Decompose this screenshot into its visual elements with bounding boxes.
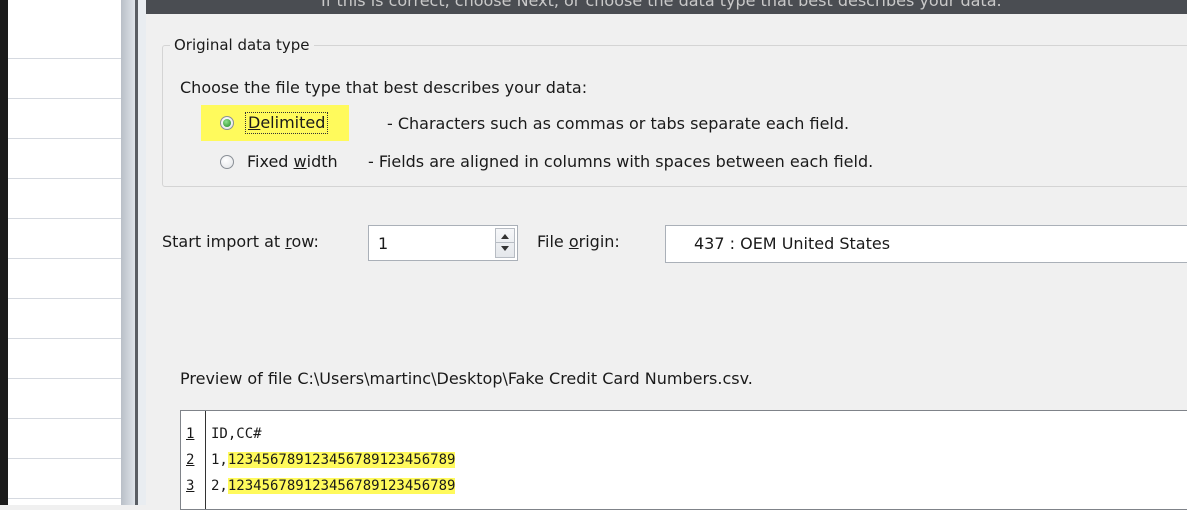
preview-row-number: 3 xyxy=(186,478,195,494)
preview-label: Preview of file C:\Users\martinc\Desktop… xyxy=(180,369,753,388)
file-origin-value: 437 : OEM United States xyxy=(694,234,891,253)
spin-up-arrow-icon[interactable] xyxy=(501,234,509,239)
delimited-label-key: D xyxy=(248,113,261,132)
spin-down-arrow-icon[interactable] xyxy=(501,246,509,251)
preview-row-text: 1,123456789123456789123456789 xyxy=(211,449,456,471)
fixed-width-radio[interactable] xyxy=(220,155,234,169)
start-row-value[interactable]: 1 xyxy=(378,234,388,253)
start-label-post: ow: xyxy=(291,232,319,251)
fixed-label-post: idth xyxy=(306,152,338,171)
dialog-frame-inner xyxy=(138,0,146,505)
preview-row-text: ID,CC# xyxy=(211,423,262,445)
preview-row-highlight: 123456789123456789123456789 xyxy=(227,452,456,468)
spreadsheet-background xyxy=(8,0,121,505)
preview-row-number: 2 xyxy=(186,452,195,468)
start-row-spin-buttons[interactable] xyxy=(495,228,515,258)
file-preview[interactable]: 1 ID,CC# 2 1,123456789123456789123456789… xyxy=(180,410,1187,510)
start-label-pre: Start import at xyxy=(162,232,286,251)
file-origin-label: File origin: xyxy=(537,232,620,251)
preview-row-number: 1 xyxy=(186,426,195,442)
wizard-instruction-text: If this is correct, choose Next, or choo… xyxy=(321,0,1002,10)
fixed-width-label[interactable]: Fixed width xyxy=(247,152,338,171)
delimited-radio[interactable] xyxy=(220,116,234,130)
delimited-label-post: elimited xyxy=(260,113,326,132)
fixed-label-key: w xyxy=(293,152,307,171)
origin-label-post: rigin: xyxy=(578,232,620,251)
start-import-label: Start import at row: xyxy=(162,232,319,251)
group-legend: Original data type xyxy=(170,36,314,54)
spin-divider xyxy=(496,242,514,243)
dialog-top-strip: If this is correct, choose Next, or choo… xyxy=(146,0,1187,14)
origin-label-pre: File xyxy=(537,232,569,251)
choose-file-type-text: Choose the file type that best describes… xyxy=(180,78,588,97)
preview-row-text: 2,123456789123456789123456789 xyxy=(211,475,456,497)
origin-label-key: o xyxy=(568,232,579,251)
spreadsheet-shadow xyxy=(121,0,135,505)
delimited-label[interactable]: Delimited xyxy=(245,112,329,134)
window-edge xyxy=(0,0,8,505)
delimited-description: - Characters such as commas or tabs sepa… xyxy=(387,114,850,133)
fixed-width-description: - Fields are aligned in columns with spa… xyxy=(368,152,874,171)
fixed-label-pre: Fixed xyxy=(247,152,294,171)
preview-row-plain: 1, xyxy=(211,452,228,468)
preview-row-highlight: 123456789123456789123456789 xyxy=(227,478,456,494)
preview-row-plain: 2, xyxy=(211,478,228,494)
start-row-spinbox[interactable]: 1 xyxy=(368,225,518,261)
file-origin-select[interactable]: 437 : OEM United States xyxy=(665,225,1187,263)
preview-row-plain: ID,CC# xyxy=(211,426,262,442)
